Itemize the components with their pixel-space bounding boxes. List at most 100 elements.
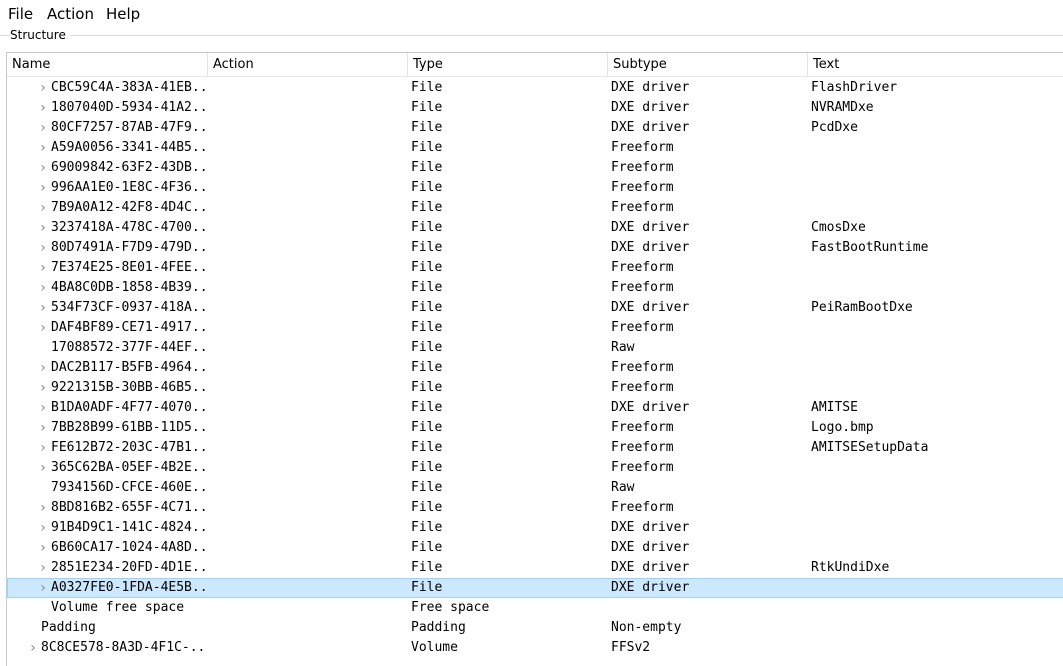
chevron-right-icon[interactable]: › <box>37 238 49 258</box>
tree-row[interactable]: › 69009842-63F2-43DB... File Freeform <box>7 158 1063 178</box>
column-header-name[interactable]: Name <box>7 53 208 76</box>
structure-tree[interactable]: Name Action Type Subtype Text › CBC59C4A-… <box>6 52 1063 666</box>
chevron-right-icon[interactable]: › <box>37 578 49 598</box>
row-name: DAF4BF89-CE71-4917... <box>51 320 208 335</box>
chevron-right-icon[interactable]: › <box>37 258 49 278</box>
tree-row[interactable]: › 80CF7257-87AB-47F9... File DXE driver PcdD… <box>7 118 1063 138</box>
menu-file[interactable]: File <box>8 5 33 23</box>
tree-row[interactable]: › 7E374E25-8E01-4FEE... File Freeform <box>7 258 1063 278</box>
row-text: PcdDxe <box>811 120 858 135</box>
tree-row[interactable]: 7934156D-CFCE-460E... File Raw <box>7 478 1063 498</box>
column-header-type[interactable]: Type <box>408 53 608 76</box>
row-name: 80CF7257-87AB-47F9... <box>51 120 208 135</box>
row-type: File <box>411 480 443 495</box>
chevron-right-icon[interactable]: › <box>37 518 49 538</box>
row-action <box>213 378 403 398</box>
column-header-text[interactable]: Text <box>808 53 1063 76</box>
row-type: File <box>411 400 443 415</box>
chevron-right-icon[interactable]: › <box>37 538 49 558</box>
tree-row[interactable]: 17088572-377F-44EF... File Raw <box>7 338 1063 358</box>
chevron-right-icon[interactable]: › <box>27 638 39 658</box>
row-type: File <box>411 460 443 475</box>
chevron-right-icon[interactable]: › <box>37 318 49 338</box>
tree-row[interactable]: › CBC59C4A-383A-41EB... File DXE driver Flas… <box>7 78 1063 98</box>
row-name: 7934156D-CFCE-460E... <box>51 480 208 495</box>
row-text <box>811 478 1061 498</box>
row-subtype: Non-empty <box>611 620 682 635</box>
chevron-right-icon[interactable]: › <box>37 78 49 98</box>
chevron-right-icon[interactable]: › <box>37 418 49 438</box>
row-subtype: Raw <box>611 340 635 355</box>
tree-row[interactable]: › FE612B72-203C-47B1... File Freeform AMITSE… <box>7 438 1063 458</box>
row-subtype: Freeform <box>611 320 674 335</box>
chevron-right-icon[interactable]: › <box>37 158 49 178</box>
row-text: CmosDxe <box>811 220 866 235</box>
menu-action[interactable]: Action <box>47 5 94 23</box>
chevron-right-icon[interactable]: › <box>37 218 49 238</box>
row-subtype: Freeform <box>611 500 674 515</box>
row-subtype: DXE driver <box>611 80 690 95</box>
tree-row[interactable]: › DAC2B117-B5FB-4964... File Freeform <box>7 358 1063 378</box>
row-name: 2851E234-20FD-4D1E... <box>51 560 208 575</box>
row-action <box>213 258 403 278</box>
chevron-right-icon[interactable]: › <box>37 358 49 378</box>
tree-row[interactable]: Padding Padding Non-empty <box>7 618 1063 638</box>
tree-row[interactable]: › 91B4D9C1-141C-4824... File DXE driver <box>7 518 1063 538</box>
tree-row[interactable]: › A0327FE0-1FDA-4E5B... File DXE driver <box>7 578 1063 598</box>
chevron-right-icon[interactable]: › <box>37 278 49 298</box>
tree-row[interactable]: › 4BA8C0DB-1858-4B39... File Freeform <box>7 278 1063 298</box>
tree-row[interactable]: › 7BB28B99-61BB-11D5... File Freeform Logo.b… <box>7 418 1063 438</box>
column-header-action[interactable]: Action <box>208 53 408 76</box>
tree-row[interactable]: › 3237418A-478C-4700... File DXE driver Cmos… <box>7 218 1063 238</box>
row-text <box>811 578 1061 598</box>
chevron-right-icon[interactable]: › <box>37 378 49 398</box>
chevron-right-icon[interactable]: › <box>37 118 49 138</box>
chevron-right-icon[interactable]: › <box>37 438 49 458</box>
chevron-right-icon[interactable]: › <box>37 98 49 118</box>
chevron-right-icon[interactable]: › <box>37 458 49 478</box>
row-action <box>213 118 403 138</box>
tree-row[interactable]: › A59A0056-3341-44B5... File Freeform <box>7 138 1063 158</box>
row-subtype: DXE driver <box>611 400 690 415</box>
column-header-subtype[interactable]: Subtype <box>608 53 808 76</box>
row-action <box>213 298 403 318</box>
tree-row[interactable]: › DAF4BF89-CE71-4917... File Freeform <box>7 318 1063 338</box>
chevron-right-icon[interactable]: › <box>37 178 49 198</box>
tree-row[interactable]: › 9221315B-30BB-46B5... File Freeform <box>7 378 1063 398</box>
tree-row[interactable]: › 8BD816B2-655F-4C71... File Freeform <box>7 498 1063 518</box>
group-divider <box>0 35 1063 36</box>
tree-row[interactable]: › 996AA1E0-1E8C-4F36... File Freeform <box>7 178 1063 198</box>
tree-row[interactable]: › 8C8CE578-8A3D-4F1C-... Volume FFSv2 <box>7 638 1063 658</box>
tree-row[interactable]: › 80D7491A-F7D9-479D... File DXE driver Fast… <box>7 238 1063 258</box>
row-action <box>213 198 403 218</box>
row-type: File <box>411 260 443 275</box>
tree-row[interactable]: › 534F73CF-0937-418A... File DXE driver PeiR… <box>7 298 1063 318</box>
row-subtype: Freeform <box>611 180 674 195</box>
chevron-right-icon[interactable]: › <box>37 558 49 578</box>
row-type: File <box>411 120 443 135</box>
tree-row[interactable]: › B1DA0ADF-4F77-4070... File DXE driver AMIT… <box>7 398 1063 418</box>
row-text <box>811 198 1061 218</box>
structure-panel: Structure Name Action Type Subtype Text … <box>0 28 1063 666</box>
menu-help[interactable]: Help <box>106 5 140 23</box>
row-text <box>811 358 1061 378</box>
tree-row[interactable]: › 6B60CA17-1024-4A8D... File DXE driver <box>7 538 1063 558</box>
tree-row[interactable]: › 2851E234-20FD-4D1E... File DXE driver RtkU… <box>7 558 1063 578</box>
chevron-right-icon[interactable]: › <box>37 198 49 218</box>
row-text: FastBootRuntime <box>811 240 929 255</box>
row-text <box>811 258 1061 278</box>
tree-row[interactable]: › 365C62BA-05EF-4B2E... File Freeform <box>7 458 1063 478</box>
row-action <box>213 498 403 518</box>
tree-row[interactable]: Volume free space Free space <box>7 598 1063 618</box>
chevron-right-icon[interactable]: › <box>37 398 49 418</box>
tree-row[interactable]: › 1807040D-5934-41A2... File DXE driver NVRA… <box>7 98 1063 118</box>
tree-rows: › CBC59C4A-383A-41EB... File DXE driver Flas… <box>7 78 1063 658</box>
row-name: DAC2B117-B5FB-4964... <box>51 360 208 375</box>
row-subtype: DXE driver <box>611 100 690 115</box>
tree-row[interactable]: › 7B9A0A12-42F8-4D4C... File Freeform <box>7 198 1063 218</box>
chevron-right-icon[interactable]: › <box>37 138 49 158</box>
chevron-right-icon[interactable]: › <box>37 298 49 318</box>
row-text: Logo.bmp <box>811 420 874 435</box>
row-name: 365C62BA-05EF-4B2E... <box>51 460 208 475</box>
chevron-right-icon[interactable]: › <box>37 498 49 518</box>
